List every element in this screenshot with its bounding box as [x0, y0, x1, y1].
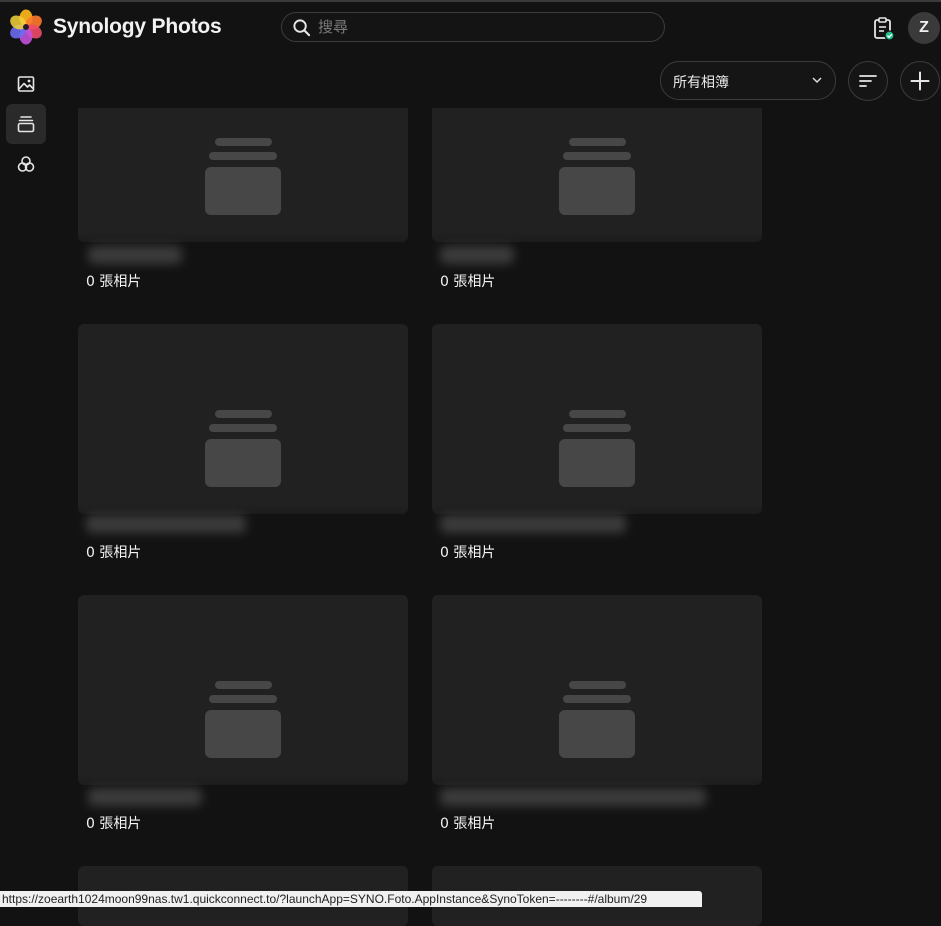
search-input[interactable] [318, 13, 648, 41]
album-name-redacted [440, 246, 514, 264]
album-photo-count: 0 張相片 [86, 271, 141, 291]
search-bar[interactable] [281, 12, 665, 42]
sidebar-item-photos[interactable] [6, 64, 46, 104]
sidebar-item-shared[interactable] [6, 144, 46, 184]
album-photo-count: 0 張相片 [440, 813, 495, 833]
app-title: Synology Photos [53, 15, 222, 39]
album-thumbnail[interactable] [432, 595, 762, 785]
browser-status-url: https://zoearth1024moon99nas.tw1.quickco… [0, 891, 702, 907]
album-name-redacted [86, 515, 246, 533]
album-thumbnail[interactable] [78, 324, 408, 514]
album-thumbnail[interactable] [432, 324, 762, 514]
user-avatar[interactable]: Z [908, 12, 940, 44]
album-filter-value: 所有相簿 [673, 72, 729, 92]
sidebar-item-albums[interactable] [6, 104, 46, 144]
background-tasks-clipboard-icon[interactable] [873, 17, 895, 41]
shared-circles-icon [16, 154, 36, 174]
album-name-redacted [440, 788, 706, 806]
album-photo-count: 0 張相片 [440, 271, 495, 291]
search-icon [292, 18, 311, 37]
albums-icon [16, 114, 36, 134]
album-name-redacted [440, 515, 626, 533]
add-button[interactable] [900, 61, 940, 101]
app-header: Synology Photos Z [0, 2, 941, 52]
chevron-down-icon [811, 74, 823, 86]
sort-icon [858, 71, 878, 91]
album-name-redacted [88, 788, 202, 806]
plus-icon [910, 71, 930, 91]
album-filter-dropdown[interactable]: 所有相簿 [660, 61, 836, 100]
album-photo-count: 0 張相片 [440, 542, 495, 562]
synology-photos-logo-icon [8, 9, 44, 45]
album-photo-count: 0 張相片 [86, 813, 141, 833]
sort-button[interactable] [848, 61, 888, 101]
image-icon [16, 74, 36, 94]
album-name-redacted [88, 246, 182, 264]
album-thumbnail[interactable] [78, 595, 408, 785]
album-photo-count: 0 張相片 [86, 542, 141, 562]
album-grid: 0 張相片 0 張相片 0 張相片 0 張相片 [0, 0, 941, 907]
